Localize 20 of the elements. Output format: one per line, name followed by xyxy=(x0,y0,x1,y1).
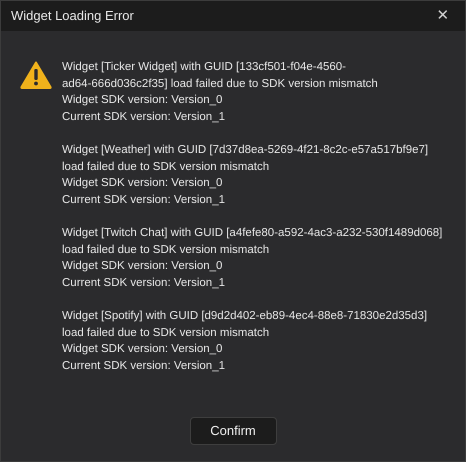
window-title: Widget Loading Error xyxy=(11,7,134,26)
confirm-button[interactable]: Confirm xyxy=(190,417,276,445)
message-line: Widget SDK version: Version_0 xyxy=(62,176,224,191)
message-line: load failed due to SDK version mismatch xyxy=(62,326,270,340)
warning-icon xyxy=(20,61,52,89)
message-line: Widget SDK version: Version_0 xyxy=(62,93,224,108)
message-line: load failed due to SDK version mismatch xyxy=(62,242,270,258)
message-line: Current SDK version: Version_1 xyxy=(62,192,226,208)
message-line: Widget [Twitch Chat] with GUID [a4fefe80-a592-4ac3-a232-530f1489d068] xyxy=(62,226,442,241)
message-line: Current SDK version: Version_1 xyxy=(62,358,226,374)
message-line: Widget [Ticker Widget] with GUID [133cf501-f04e-4560- xyxy=(62,60,347,75)
message-line: Current SDK version: Version_1 xyxy=(62,276,226,290)
close-button[interactable]: ✕ xyxy=(423,2,463,30)
message-line: ad64-666d036c2f35] load failed due to SDK version mismatch xyxy=(62,76,379,92)
message-line: load failed due to SDK version mismatch xyxy=(62,160,270,174)
message-line: Widget SDK version: Version_0 xyxy=(62,259,224,274)
message-line: Widget [Weather] with GUID [7d37d8ea-5269-4f21-8c2c-e57a517bf9e7] xyxy=(62,143,430,158)
message-line: Widget [Spotify] with GUID [d9d2d402-eb89-4ec4-88e8-71830e2d35d3] xyxy=(62,309,428,324)
message-line: Widget SDK version: Version_0 xyxy=(62,342,224,357)
message-line: Current SDK version: Version_1 xyxy=(62,110,226,124)
